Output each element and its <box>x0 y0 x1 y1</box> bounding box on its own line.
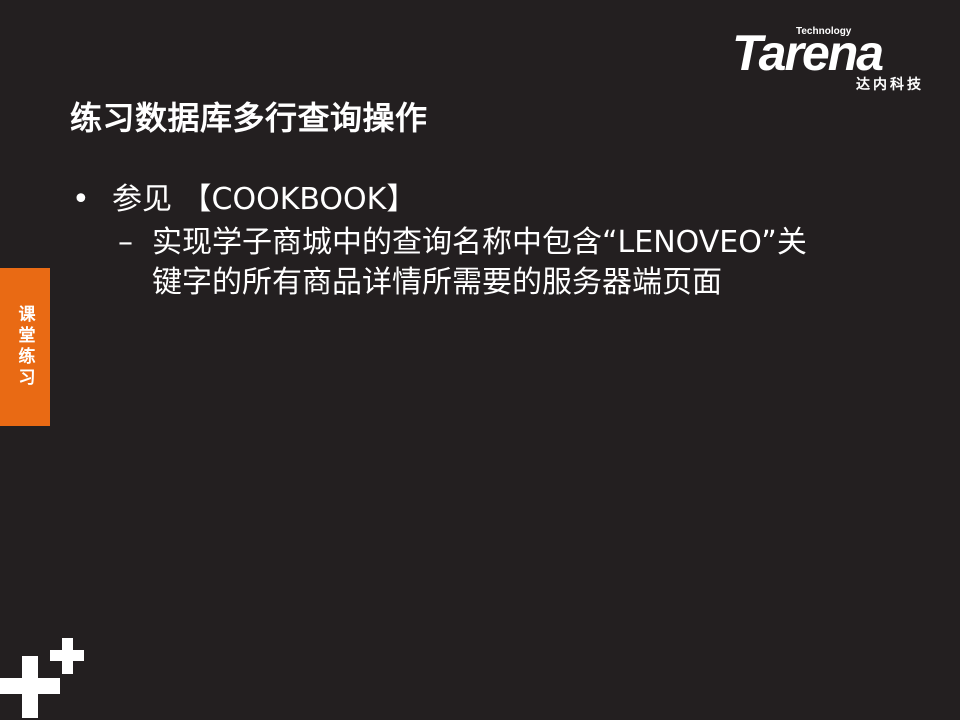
logo-brand: Tarena <box>732 25 884 81</box>
bullet-text: 参见 【COOKBOOK】 <box>112 182 417 217</box>
side-tab: 课堂练习 <box>0 268 50 426</box>
bullet-icon: • <box>72 182 90 217</box>
dash-icon: – <box>118 225 133 260</box>
sub-bullet-item: – 实现学子商城中的查询名称中包含“LENOVEO”关 键字的所有商品详情所需要… <box>118 223 898 303</box>
tarena-logo: Technology Tarena 达内科技 <box>732 26 926 96</box>
plus-decoration-icon <box>0 638 84 718</box>
bullet-item: • 参见 【COOKBOOK】 <box>72 174 416 218</box>
sub-bullet-line-1: 实现学子商城中的查询名称中包含“LENOVEO”关 <box>152 225 807 260</box>
slide-title: 练习数据库多行查询操作 <box>70 99 428 137</box>
side-tab-label: 课堂练习 <box>14 305 35 389</box>
sub-bullet-line-2: 键字的所有商品详情所需要的服务器端页面 <box>152 265 722 300</box>
logo-cn: 达内科技 <box>856 77 924 93</box>
